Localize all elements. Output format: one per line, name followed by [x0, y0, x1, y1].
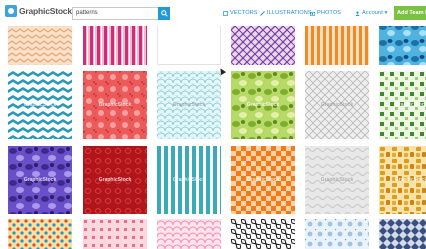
nav-vectors[interactable]: VECTORS [223, 10, 258, 16]
pattern-tile[interactable]: GraphicStock [83, 71, 147, 139]
nav-photos[interactable]: PHOTOS [310, 10, 341, 16]
pattern-tile[interactable] [305, 22, 369, 65]
pattern-thumbnail [8, 22, 72, 65]
pattern-tile[interactable]: GraphicStock [379, 146, 426, 214]
pattern-tile[interactable] [305, 219, 369, 249]
pattern-results-grid: GraphicStock GraphicStock GraphicStock Grap… [0, 0, 426, 249]
pattern-thumbnail [157, 146, 221, 214]
pattern-thumbnail [379, 71, 426, 139]
add-team-member-button[interactable]: Add Team Me [394, 6, 426, 20]
pattern-thumbnail [379, 219, 426, 249]
pattern-thumbnail [231, 146, 295, 214]
pattern-tile[interactable] [8, 219, 72, 249]
pattern-thumbnail [158, 23, 220, 64]
pattern-tile[interactable]: GraphicStock [379, 71, 426, 139]
pattern-thumbnail [8, 71, 72, 139]
pattern-tile[interactable]: GraphicStock [157, 71, 221, 139]
pattern-thumbnail [379, 146, 426, 214]
pattern-tile[interactable] [157, 219, 221, 249]
pattern-thumbnail [83, 71, 147, 139]
pattern-thumbnail [8, 146, 72, 214]
pattern-tile[interactable]: GraphicStock [83, 146, 147, 214]
graphicstock-logo[interactable]: GraphicStock [5, 5, 72, 17]
nav-vectors-label: VECTORS [230, 10, 258, 16]
pattern-thumbnail [8, 219, 72, 249]
pattern-tile[interactable] [83, 22, 147, 65]
pattern-thumbnail [231, 71, 295, 139]
pattern-tile[interactable]: GraphicStock [8, 146, 72, 214]
pencil-icon [260, 10, 265, 16]
pattern-tile[interactable] [231, 22, 295, 65]
pattern-tile[interactable] [231, 219, 295, 249]
nav-account-label: Account ▾ [362, 10, 388, 16]
pattern-thumbnail [157, 71, 221, 139]
pattern-tile[interactable] [379, 219, 426, 249]
pattern-tile[interactable] [83, 219, 147, 249]
nav-illustrations[interactable]: ILLUSTRATIONS [260, 10, 312, 16]
search-icon [160, 10, 168, 17]
pattern-thumbnail [83, 219, 147, 249]
logo-text: GraphicStock [19, 6, 72, 16]
vector-icon [223, 10, 228, 16]
top-header: GraphicStock patterns VECTORS ILLUSTRATI… [0, 0, 426, 26]
pattern-thumbnail [231, 22, 295, 65]
pattern-tile[interactable]: GraphicStock [305, 146, 369, 214]
pattern-tile[interactable] [379, 22, 426, 65]
pattern-tile[interactable]: GraphicStock [157, 146, 221, 214]
pattern-tile[interactable] [157, 22, 221, 65]
pattern-tile[interactable]: GraphicStock [231, 71, 295, 139]
pattern-tile[interactable]: GraphicStock [8, 71, 72, 139]
pattern-thumbnail [305, 22, 369, 65]
pattern-thumbnail [305, 146, 369, 214]
pattern-thumbnail [83, 146, 147, 214]
pattern-thumbnail [379, 22, 426, 65]
camera-icon [310, 11, 315, 16]
search-input[interactable]: patterns [72, 7, 161, 20]
pattern-thumbnail [157, 219, 221, 249]
pattern-tile[interactable]: GraphicStock [305, 71, 369, 139]
nav-illustrations-label: ILLUSTRATIONS [267, 10, 312, 16]
pattern-thumbnail [305, 71, 369, 139]
pattern-tile[interactable]: GraphicStock [231, 146, 295, 214]
logo-mark-icon [5, 5, 17, 17]
pattern-thumbnail [305, 219, 369, 249]
pattern-thumbnail [83, 22, 147, 65]
search-bar: patterns [72, 7, 170, 20]
nav-photos-label: PHOTOS [317, 10, 342, 16]
pattern-thumbnail [231, 219, 295, 249]
pattern-tile[interactable] [8, 22, 72, 65]
user-icon [355, 11, 360, 16]
nav-account[interactable]: Account ▾ [355, 10, 387, 16]
search-button[interactable] [158, 7, 170, 20]
